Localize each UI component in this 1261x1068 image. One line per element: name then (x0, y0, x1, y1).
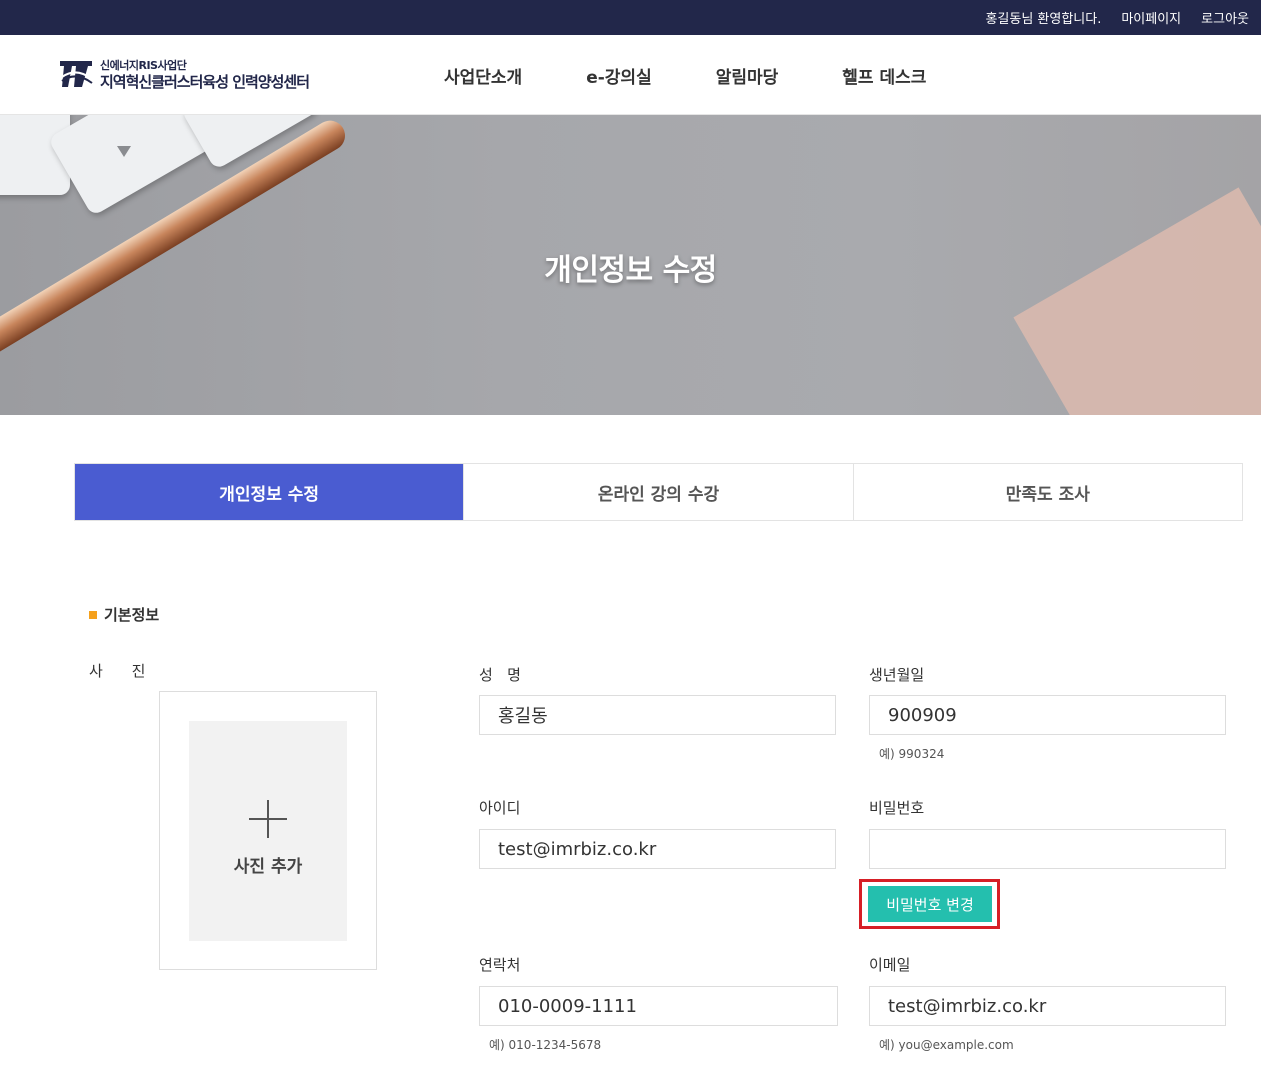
welcome-text: 홍길동님 환영합니다. (985, 12, 1102, 27)
add-photo-button[interactable]: 사진 추가 (189, 721, 347, 941)
page-title: 개인정보 수정 (544, 253, 717, 288)
email-label: 이메일 (869, 956, 911, 974)
hero-banner: 개인정보 수정 (0, 115, 1261, 415)
nav-item-notice[interactable]: 알림마당 (716, 63, 779, 88)
mypage-tabs: 개인정보 수정 온라인 강의 수강 만족도 조사 (74, 463, 1243, 521)
logo-line2: 지역혁신클러스터육성 인력양성센터 (100, 72, 310, 91)
phone-hint: 예) 010-1234-5678 (489, 1038, 602, 1052)
nav-item-helpdesk[interactable]: 헬프 데스크 (842, 63, 926, 88)
site-header: 신에너지RIS사업단 지역혁신클러스터육성 인력양성센터 사업단소개 e-강의실… (0, 35, 1261, 115)
change-password-button[interactable]: 비밀번호 변경 (868, 886, 992, 922)
phone-label: 연락처 (479, 956, 521, 974)
site-logo[interactable]: 신에너지RIS사업단 지역혁신클러스터육성 인력양성센터 (58, 57, 310, 93)
top-links: 홍길동님 환영합니다. 마이페이지 로그아웃 (985, 0, 1249, 35)
tab-edit-profile[interactable]: 개인정보 수정 (75, 464, 464, 520)
password-label: 비밀번호 (869, 799, 925, 817)
nav-item-about[interactable]: 사업단소개 (444, 63, 522, 88)
bullet-icon (89, 610, 97, 619)
arrow-key-icon (117, 146, 131, 157)
password-field[interactable] (869, 829, 1226, 869)
birthdate-label: 생년월일 (869, 666, 925, 684)
birthdate-hint: 예) 990324 (879, 747, 945, 761)
mypage-link[interactable]: 마이페이지 (1121, 8, 1181, 27)
photo-label: 사 진 (89, 662, 158, 680)
section-title-basic-info: 기본정보 (89, 604, 159, 625)
logo-line1: 신에너지RIS사업단 (100, 58, 187, 72)
photo-frame: 사진 추가 (159, 691, 377, 970)
phone-field[interactable] (479, 986, 838, 1026)
logo-emblem-icon (60, 61, 93, 87)
logout-link[interactable]: 로그아웃 (1201, 8, 1249, 27)
section-title-text: 기본정보 (104, 606, 160, 624)
tab-online-courses[interactable]: 온라인 강의 수강 (463, 464, 853, 520)
decorative-paper (1013, 187, 1261, 415)
tab-satisfaction-survey[interactable]: 만족도 조사 (852, 464, 1242, 520)
plus-icon (249, 800, 287, 838)
top-bar: 홍길동님 환영합니다. 마이페이지 로그아웃 (0, 0, 1261, 35)
birthdate-field[interactable] (869, 695, 1226, 735)
id-label: 아이디 (479, 799, 521, 817)
id-field[interactable] (479, 829, 836, 869)
name-field[interactable] (479, 695, 836, 735)
add-photo-label: 사진 추가 (233, 857, 303, 877)
email-field[interactable] (869, 986, 1226, 1026)
nav-item-elearning[interactable]: e-강의실 (586, 63, 652, 88)
name-label: 성 명 (479, 666, 521, 684)
email-hint: 예) you@example.com (879, 1038, 1014, 1052)
main-nav: 사업단소개 e-강의실 알림마당 헬프 데스크 (444, 35, 926, 115)
